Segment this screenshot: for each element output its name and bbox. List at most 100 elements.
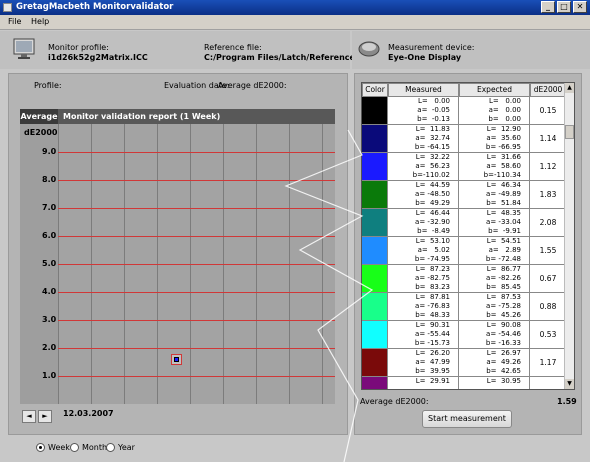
scroll-up-button[interactable]: ▲ <box>565 83 574 93</box>
radio-week-dot[interactable] <box>36 443 45 452</box>
monitor-profile-value: i1d26k52g2Matrix.ICC <box>48 53 148 62</box>
table-row: L= 53.10 a= 5.02 b= -74.95 L= 54.51 a= 2.… <box>362 237 566 265</box>
table-row: L= 26.20 a= 47.99 b= 39.95 L= 26.97 a= 49… <box>362 349 566 377</box>
grid-hline <box>58 180 335 181</box>
expected-cell: L= 86.77 a= -82.26 b= 85.45 <box>459 265 530 292</box>
title-bar: GretagMacbeth Monitorvalidator _ □ ✕ <box>0 0 590 15</box>
color-swatch <box>362 237 388 264</box>
color-swatch <box>362 349 388 376</box>
measured-cell: L= 11.83 a= 32.74 b= -64.15 <box>388 125 459 152</box>
color-swatch <box>362 153 388 180</box>
average-tab[interactable]: Average <box>20 109 58 124</box>
table-header: Color Measured Expected dE2000 <box>362 83 566 97</box>
grid-hline <box>58 320 335 321</box>
y-tick-label: 5.0 <box>42 259 57 268</box>
app-icon <box>3 3 12 12</box>
color-swatch <box>362 125 388 152</box>
measured-cell: L= 46.44 a= -32.90 b= -8.49 <box>388 209 459 236</box>
grid-hline <box>58 376 335 377</box>
col-expected: Expected <box>459 83 530 97</box>
prev-date-button[interactable]: ◄ <box>22 410 36 423</box>
average-de-summary-label: Average dE2000: <box>360 397 429 406</box>
color-swatch <box>362 209 388 236</box>
radio-month-label: Month <box>82 443 108 452</box>
de2000-cell: 1.17 <box>539 358 557 367</box>
data-point[interactable] <box>171 354 182 365</box>
current-date: 12.03.2007 <box>63 409 114 418</box>
de2000-cell <box>530 377 566 389</box>
monitor-profile-label: Monitor profile: <box>48 43 109 52</box>
monitor-icon <box>13 38 35 59</box>
y-tick-label: 6.0 <box>42 231 57 240</box>
radio-week-label: Week <box>48 443 70 452</box>
col-measured: Measured <box>388 83 459 97</box>
menu-file[interactable]: File <box>8 17 21 26</box>
expected-cell: L= 26.97 a= 49.26 b= 42.65 <box>459 349 530 376</box>
de2000-cell: 2.08 <box>539 218 557 227</box>
expected-cell: L= 90.08 a= -54.46 b= -16.33 <box>459 321 530 348</box>
menu-bar: File Help <box>0 15 590 30</box>
y-tick-label: 9.0 <box>42 147 57 156</box>
scroll-down-button[interactable]: ▼ <box>565 379 574 389</box>
radio-year[interactable]: Year <box>106 443 135 452</box>
menu-help[interactable]: Help <box>31 17 49 26</box>
header-left: Monitor profile: i1d26k52g2Matrix.ICC Re… <box>0 31 371 69</box>
grid-hline <box>58 348 335 349</box>
measured-cell: L= 44.59 a= -48.50 b= 49.29 <box>388 181 459 208</box>
table-row: L= 0.00 a= -0.05 b= -0.13 L= 0.00 a= 0.00… <box>362 97 566 125</box>
measured-cell: L= 87.23 a= -82.75 b= 83.23 <box>388 265 459 292</box>
table-row: L= 32.22 a= 56.23 b=-110.02 L= 31.66 a= 5… <box>362 153 566 181</box>
header-right: Measurement device: Eye-One Display <box>352 31 590 69</box>
minimize-button[interactable]: _ <box>541 1 555 13</box>
de2000-cell: 0.88 <box>539 302 557 311</box>
start-measurement-button[interactable]: Start measurement <box>422 410 512 428</box>
color-swatch <box>362 377 388 389</box>
measurement-table: Color Measured Expected dE2000 L= 0.00 a… <box>361 82 575 390</box>
de2000-cell: 1.14 <box>539 134 557 143</box>
de2000-cell: 1.55 <box>539 246 557 255</box>
color-swatch <box>362 321 388 348</box>
radio-month[interactable]: Month <box>70 443 107 452</box>
grid-hline <box>58 292 335 293</box>
y-tick-label: 3.0 <box>42 315 57 324</box>
expected-cell: L= 46.34 a= -49.89 b= 51.84 <box>459 181 530 208</box>
scroll-thumb[interactable] <box>565 125 574 139</box>
measured-cell: L= 87.81 a= -76.83 b= 48.33 <box>388 293 459 320</box>
table-row: L= 46.44 a= -32.90 b= -8.49 L= 48.35 a= -… <box>362 209 566 237</box>
y-tick-label: 4.0 <box>42 287 57 296</box>
grid-hline <box>58 264 335 265</box>
radio-year-label: Year <box>118 443 135 452</box>
grid-hline <box>58 152 335 153</box>
expected-cell: L= 31.66 a= 58.60 b=-110.34 <box>459 153 530 180</box>
y-tick-label: 8.0 <box>42 175 57 184</box>
device-icon <box>358 41 380 57</box>
radio-year-dot[interactable] <box>106 443 115 452</box>
radio-week[interactable]: Week <box>36 443 70 452</box>
de2000-cell: 0.15 <box>539 106 557 115</box>
measured-cell: L= 26.20 a= 47.99 b= 39.95 <box>388 349 459 376</box>
app-window: GretagMacbeth Monitorvalidator _ □ ✕ Fil… <box>0 0 590 462</box>
measurement-device-value: Eye-One Display <box>388 53 462 62</box>
reference-file-value: C:/Program Files/Latch/Reference.txt <box>204 53 371 62</box>
col-color: Color <box>362 83 388 97</box>
maximize-button[interactable]: □ <box>557 1 571 13</box>
color-swatch <box>362 265 388 292</box>
table-scrollbar[interactable]: ▲ ▼ <box>564 83 574 389</box>
validation-chart: Average Monitor validation report (1 Wee… <box>20 109 335 404</box>
table-row: L= 90.31 a= -55.44 b= -15.73 L= 90.08 a= … <box>362 321 566 349</box>
next-date-button[interactable]: ► <box>38 410 52 423</box>
average-de-label: Average dE2000: <box>218 81 287 90</box>
table-row: L= 87.81 a= -76.83 b= 48.33 L= 87.53 a= -… <box>362 293 566 321</box>
de2000-cell: 0.53 <box>539 330 557 339</box>
measured-cell: L= 0.00 a= -0.05 b= -0.13 <box>388 97 459 124</box>
expected-cell: L= 30.95 <box>459 377 530 389</box>
grid-hline <box>58 208 335 209</box>
close-button[interactable]: ✕ <box>573 1 587 13</box>
reference-file-label: Reference file: <box>204 43 262 52</box>
expected-cell: L= 48.35 a= -33.04 b= -9.91 <box>459 209 530 236</box>
y-axis-label: dE2000 <box>24 128 58 137</box>
grid-hline <box>58 236 335 237</box>
de2000-cell: 1.83 <box>539 190 557 199</box>
radio-month-dot[interactable] <box>70 443 79 452</box>
de2000-cell: 1.12 <box>539 162 557 171</box>
